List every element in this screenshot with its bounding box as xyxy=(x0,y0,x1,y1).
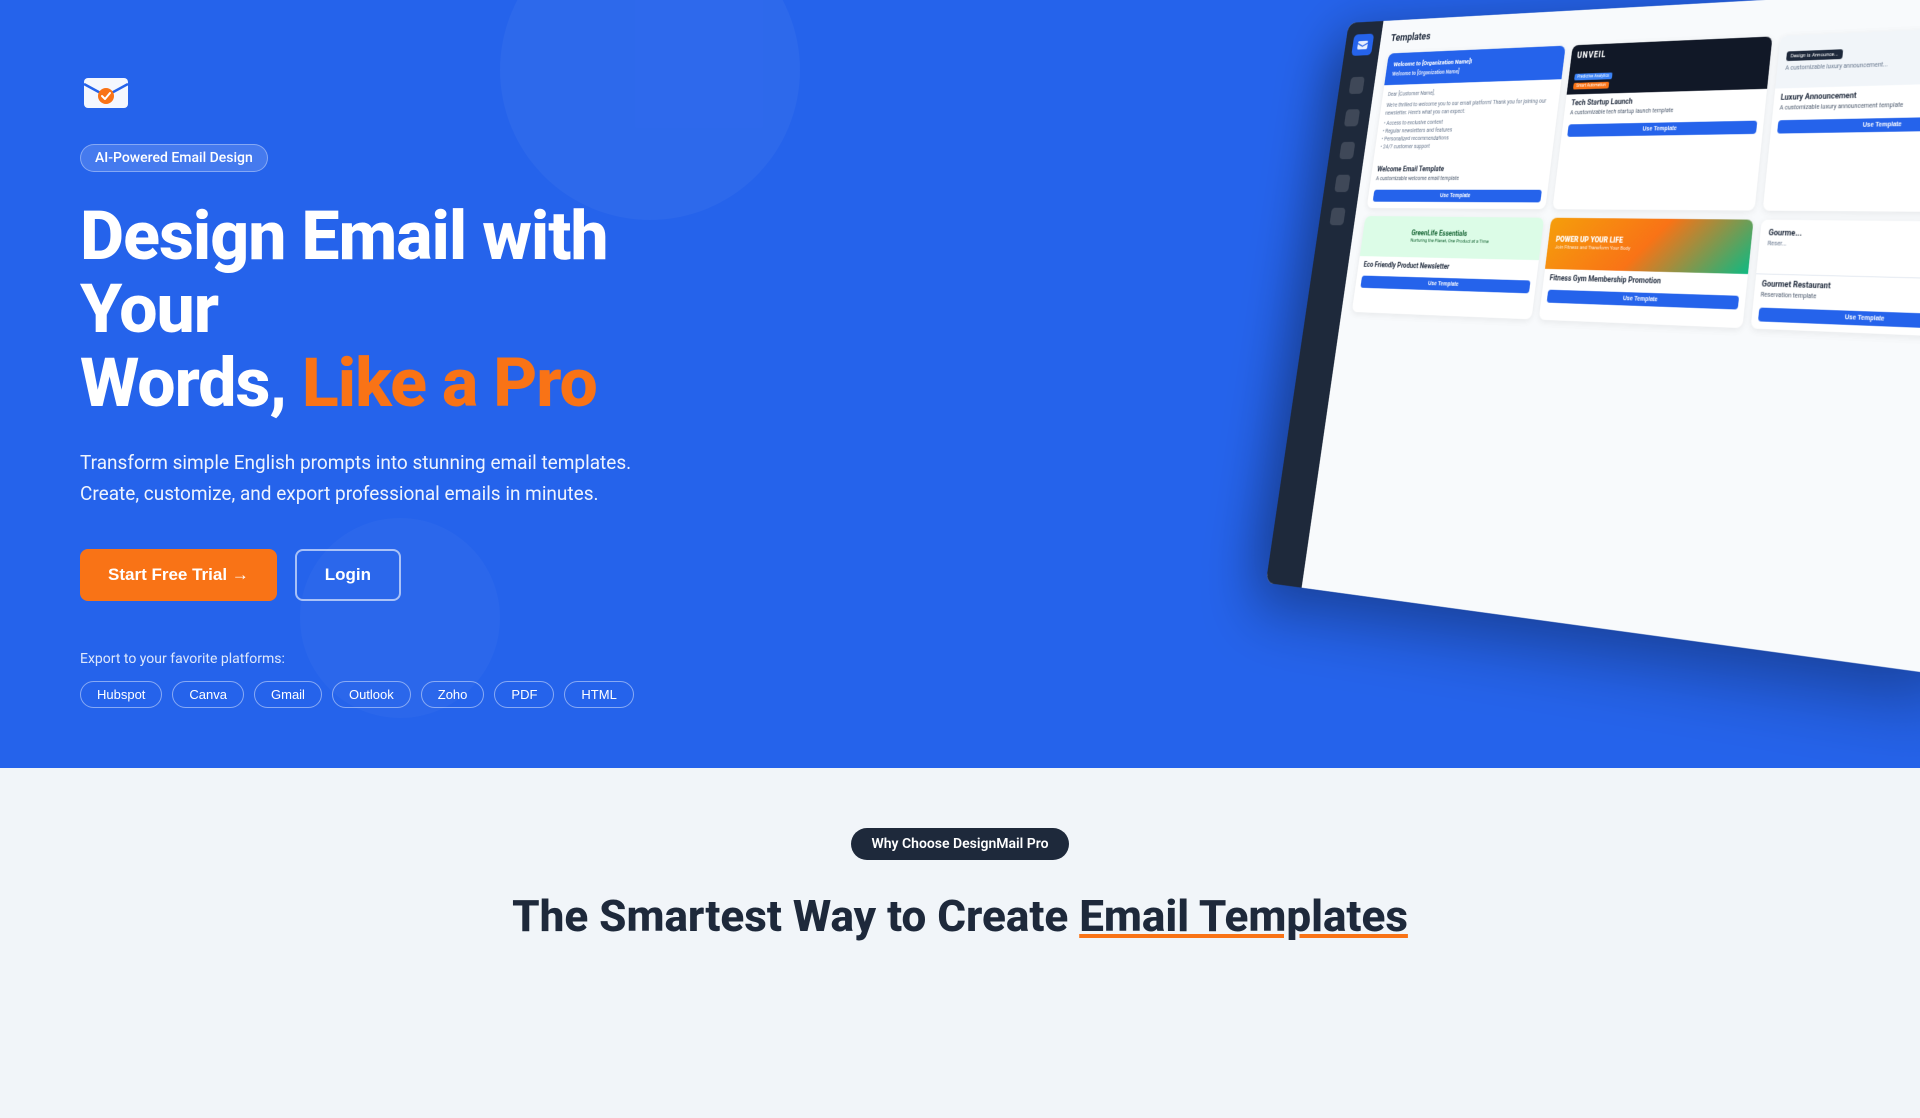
template-card-eco: GreenLife Essentials Nurturing the Plane… xyxy=(1352,216,1544,319)
mock-icon-home xyxy=(1349,77,1365,94)
hero-screenshot: Templates Welcome to [Organization Name]… xyxy=(1266,0,1920,679)
restaurant-card-header: Gourme... Reser... xyxy=(1756,219,1920,279)
fitness-use-template-btn[interactable]: Use Template xyxy=(1547,289,1740,309)
login-button[interactable]: Login xyxy=(295,549,401,601)
headline-line1: Design Email with Your xyxy=(80,196,608,349)
template-card-restaurant: Gourme... Reser... Gourmet Restaurant Re… xyxy=(1751,219,1920,337)
mock-logo xyxy=(1351,34,1374,56)
template-card-fitness: POWER UP YOUR LIFE Join Fitness and Tran… xyxy=(1539,217,1754,327)
app-screenshot-mock: Templates Welcome to [Organization Name]… xyxy=(1266,0,1920,679)
hero-section: AI-Powered Email Design Design Email wit… xyxy=(0,0,1920,768)
platform-gmail[interactable]: Gmail xyxy=(254,681,322,708)
welcome-use-template-btn[interactable]: Use Template xyxy=(1373,189,1542,202)
platform-hubspot[interactable]: Hubspot xyxy=(80,681,162,708)
bottom-section: Why Choose DesignMail Pro The Smartest W… xyxy=(0,768,1920,1118)
welcome-card-subtitle: A customizable welcome email template xyxy=(1370,174,1550,184)
welcome-card-body: Dear [Customer Name], We're thrilled to … xyxy=(1373,79,1561,161)
cta-row: Start Free Trial → Login xyxy=(80,549,700,601)
eco-use-template-btn[interactable]: Use Template xyxy=(1360,275,1530,293)
platform-zoho[interactable]: Zoho xyxy=(421,681,485,708)
template-card-tech: UNVEIL Predictive Analytics Smart Automa… xyxy=(1552,36,1772,210)
eco-card-header: GreenLife Essentials Nurturing the Plane… xyxy=(1360,216,1544,260)
mock-icon-export xyxy=(1334,175,1350,192)
bottom-headline: The Smartest Way to Create Email Templat… xyxy=(512,890,1408,942)
platform-canva[interactable]: Canva xyxy=(172,681,244,708)
headline-line2-plain: Words, xyxy=(80,343,302,423)
hero-headline: Design Email with Your Words, Like a Pro xyxy=(80,200,700,420)
headline-highlight: Like a Pro xyxy=(302,343,597,423)
luxury-use-template-btn[interactable]: Use Template xyxy=(1777,116,1920,134)
tech-use-template-btn[interactable]: Use Template xyxy=(1567,121,1757,137)
template-card-welcome: Welcome to [Organization Name]! Welcome … xyxy=(1367,46,1566,209)
fitness-card-header: POWER UP YOUR LIFE Join Fitness and Tran… xyxy=(1545,217,1754,273)
export-section: Export to your favorite platforms: Hubsp… xyxy=(80,651,700,708)
luxury-badge: Design is Announce... xyxy=(1786,49,1843,61)
why-choose-badge: Why Choose DesignMail Pro xyxy=(851,828,1068,860)
luxury-card-header: Design is Announce... A customizable lux… xyxy=(1775,26,1920,89)
tech-card-header: UNVEIL Predictive Analytics Smart Automa… xyxy=(1567,36,1773,94)
welcome-card-title: Welcome Email Template xyxy=(1371,159,1551,175)
start-trial-button[interactable]: Start Free Trial → xyxy=(80,549,277,601)
mock-icon-settings xyxy=(1339,142,1355,159)
export-label: Export to your favorite platforms: xyxy=(80,651,700,667)
platform-html[interactable]: HTML xyxy=(564,681,633,708)
restaurant-use-template-btn[interactable]: Use Template xyxy=(1758,307,1920,329)
hero-subtext: Transform simple English prompts into st… xyxy=(80,448,660,509)
mock-icon-templates xyxy=(1344,109,1360,126)
hero-content: AI-Powered Email Design Design Email wit… xyxy=(0,40,700,708)
logo-icon xyxy=(80,70,132,114)
platform-outlook[interactable]: Outlook xyxy=(332,681,411,708)
platform-pdf[interactable]: PDF xyxy=(494,681,554,708)
unveiled-text: UNVEIL xyxy=(1577,50,1607,60)
bottom-headline-text: The Smartest Way to Create xyxy=(512,890,1079,942)
bottom-headline-underline: Email Templates xyxy=(1079,890,1408,942)
platform-tags: Hubspot Canva Gmail Outlook Zoho PDF HTM… xyxy=(80,681,700,708)
ai-badge: AI-Powered Email Design xyxy=(80,144,268,172)
template-card-luxury: Design is Announce... A customizable lux… xyxy=(1763,26,1920,212)
mock-main-content: Templates Welcome to [Organization Name]… xyxy=(1302,0,1920,679)
mock-icon-user xyxy=(1329,208,1345,226)
logo-area xyxy=(80,70,700,114)
template-grid: Welcome to [Organization Name]! Welcome … xyxy=(1352,26,1920,338)
